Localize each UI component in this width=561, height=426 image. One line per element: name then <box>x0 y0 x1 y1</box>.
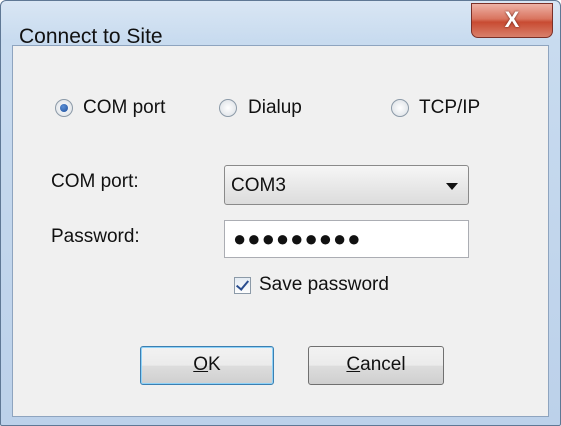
chevron-down-icon[interactable] <box>446 183 458 190</box>
cancel-accelerator: C <box>346 354 361 375</box>
title-bar[interactable]: Connect to Site X <box>1 1 560 48</box>
close-icon: X <box>504 7 520 32</box>
save-password-label[interactable]: Save password <box>259 274 389 296</box>
com-port-select[interactable]: COM3 <box>224 165 469 205</box>
com-port-value: COM3 <box>231 175 286 196</box>
connect-to-site-dialog: Connect to Site X COM port Dialup TCP/IP… <box>0 0 561 426</box>
radio-dialup-label[interactable]: Dialup <box>248 97 302 119</box>
close-button[interactable]: X <box>471 3 553 38</box>
checkbox-checked-icon[interactable] <box>234 277 251 294</box>
radio-com-port-label[interactable]: COM port <box>83 97 165 119</box>
cancel-button[interactable]: Cancel <box>308 346 444 385</box>
password-field[interactable]: ●●●●●●●●● <box>224 220 469 258</box>
com-port-label: COM port: <box>51 171 139 192</box>
radio-tcpip-label[interactable]: TCP/IP <box>419 97 480 119</box>
radio-tcpip-circle[interactable] <box>391 99 409 117</box>
ok-label-rest: K <box>208 354 221 375</box>
password-masked-value: ●●●●●●●●● <box>233 226 362 251</box>
dialog-body: COM port Dialup TCP/IP COM port: COM3 Pa… <box>12 45 549 417</box>
cancel-label-rest: ancel <box>360 354 406 375</box>
password-label: Password: <box>51 226 140 247</box>
radio-com-port-circle[interactable] <box>55 99 73 117</box>
radio-dialup-circle[interactable] <box>219 99 237 117</box>
ok-accelerator: O <box>193 354 209 375</box>
ok-button[interactable]: OK <box>140 346 274 385</box>
